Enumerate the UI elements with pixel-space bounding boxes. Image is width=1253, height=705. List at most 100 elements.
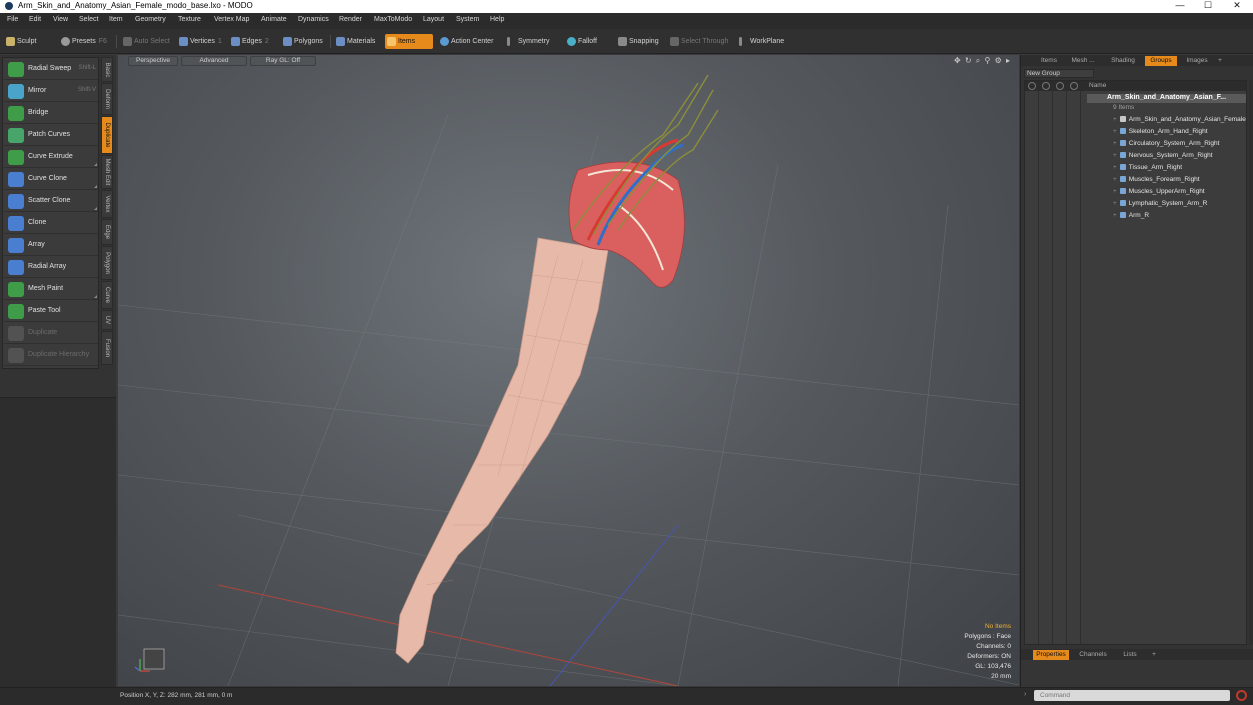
mirror-tool[interactable]: Mirror Shift-V: [4, 81, 98, 102]
patch-curves-tool[interactable]: Patch Curves: [4, 125, 98, 146]
command-record-button[interactable]: [1236, 690, 1247, 701]
mesh-paint-tool[interactable]: Mesh Paint: [4, 279, 98, 300]
mesh-icon: [1119, 188, 1126, 194]
clone-tool[interactable]: Clone: [4, 213, 98, 234]
tab-edge[interactable]: Edge: [101, 219, 113, 245]
new-group-button[interactable]: New Group: [1024, 69, 1094, 78]
materials-mode-button[interactable]: Materials: [334, 34, 382, 49]
tab-basic[interactable]: Basic: [101, 57, 113, 82]
perspective-view-button[interactable]: Perspective: [128, 56, 178, 66]
visibility-icon[interactable]: [1028, 82, 1036, 90]
paste-tool[interactable]: Paste Tool: [4, 301, 98, 322]
duplicate-icon: [8, 326, 24, 341]
raygl-toggle[interactable]: Ray GL: Off: [250, 56, 316, 66]
menu-system[interactable]: System: [456, 16, 479, 23]
menu-layout[interactable]: Layout: [423, 16, 444, 23]
list-item[interactable]: + Arm_Skin_and_Anatomy_Asian_Female: [1113, 116, 1246, 123]
arm-skin-model[interactable]: [395, 237, 609, 664]
tab-mesh-edit[interactable]: Mesh Edit: [101, 155, 113, 189]
tool-properties-area: [0, 397, 116, 687]
action-center-button[interactable]: Action Center: [438, 34, 498, 49]
list-item[interactable]: + Lymphatic_System_Arm_R: [1113, 200, 1207, 207]
tab-lists[interactable]: Lists: [1119, 650, 1141, 660]
command-history-arrow[interactable]: ›: [1024, 691, 1026, 698]
menu-item[interactable]: Item: [109, 16, 123, 23]
list-item[interactable]: + Skeleton_Arm_Hand_Right: [1113, 128, 1208, 135]
symmetry-button[interactable]: Symmetry: [505, 34, 559, 49]
list-item[interactable]: + Arm_R: [1113, 212, 1149, 219]
select-through-button[interactable]: Select Through: [668, 34, 732, 49]
vertices-mode-button[interactable]: Vertices 1: [177, 34, 225, 49]
3d-viewport[interactable]: Perspective Advanced Ray GL: Off ✥ ↻ ⌕ ⚲…: [118, 55, 1019, 686]
presets-button[interactable]: Presets F6: [59, 34, 113, 49]
tab-properties[interactable]: Properties: [1033, 650, 1069, 660]
workplane-button[interactable]: WorkPlane: [737, 34, 791, 49]
items-mode-button[interactable]: Items: [385, 34, 433, 49]
viewport-info-overlay: No Items Polygons : Face Channels: 0 Def…: [964, 622, 1011, 682]
tab-fusion[interactable]: Fusion: [101, 331, 113, 365]
group-item-count: 9 Items: [1113, 104, 1135, 111]
tab-uv[interactable]: UV: [101, 310, 113, 330]
scatter-clone-tool[interactable]: Scatter Clone: [4, 191, 98, 212]
curve-clone-tool[interactable]: Curve Clone: [4, 169, 98, 190]
menu-texture[interactable]: Texture: [178, 16, 201, 23]
close-button[interactable]: ✕: [1222, 0, 1252, 13]
viewport-scene: [118, 74, 1019, 686]
menu-animate[interactable]: Animate: [261, 16, 287, 23]
menu-maxtomodo[interactable]: MaxToModo: [374, 16, 412, 23]
menu-help[interactable]: Help: [490, 16, 504, 23]
polygons-mode-button[interactable]: Polygons: [281, 34, 328, 49]
list-item[interactable]: + Muscles_UpperArm_Right: [1113, 188, 1205, 195]
list-item[interactable]: + Circulatory_System_Arm_Right: [1113, 140, 1219, 147]
menu-geometry[interactable]: Geometry: [135, 16, 166, 23]
duplicate-hierarchy-tool[interactable]: Duplicate Hierarchy: [4, 345, 98, 366]
mesh-icon: [1119, 176, 1126, 182]
falloff-button[interactable]: Falloff: [565, 34, 610, 49]
maximize-button[interactable]: ☐: [1193, 0, 1223, 13]
tab-duplicate[interactable]: Duplicate: [101, 116, 113, 154]
tab-shading[interactable]: Shading: [1106, 56, 1140, 66]
edges-mode-button[interactable]: Edges 2: [229, 34, 277, 49]
menu-vertex-map[interactable]: Vertex Map: [214, 16, 249, 23]
duplicate-tool[interactable]: Duplicate: [4, 323, 98, 344]
tab-polygon[interactable]: Polygon: [101, 246, 113, 280]
tab-groups[interactable]: Groups: [1145, 56, 1177, 66]
sculpt-button[interactable]: Sculpt: [4, 34, 56, 49]
polygons-stat: Polygons : Face: [964, 633, 1011, 640]
menu-select[interactable]: Select: [79, 16, 98, 23]
tab-deform[interactable]: Deform: [101, 83, 113, 115]
snapping-button[interactable]: Snapping: [616, 34, 666, 49]
tool-panel: Radial Sweep Shift-L Mirror Shift-V Brid…: [0, 55, 116, 687]
tab-channels[interactable]: Channels: [1075, 650, 1111, 660]
viewport-navigation-icons[interactable]: ✥ ↻ ⌕ ⚲ ⚙ ▸: [941, 56, 1011, 66]
column-divider: [1066, 91, 1067, 644]
list-item[interactable]: + Nervous_System_Arm_Right: [1113, 152, 1213, 159]
radial-sweep-tool[interactable]: Radial Sweep Shift-L: [4, 59, 98, 80]
menu-edit[interactable]: Edit: [29, 16, 41, 23]
menu-view[interactable]: View: [53, 16, 68, 23]
groups-scrollbar[interactable]: [1249, 80, 1253, 645]
menu-file[interactable]: File: [7, 16, 18, 23]
select-icon[interactable]: [1070, 82, 1078, 90]
tab-items[interactable]: Items: [1035, 56, 1063, 66]
list-item[interactable]: + Muscles_Forearm_Right: [1113, 176, 1200, 183]
tab-images[interactable]: Images: [1181, 56, 1213, 66]
lock-icon[interactable]: [1056, 82, 1064, 90]
render-icon[interactable]: [1042, 82, 1050, 90]
command-input[interactable]: [1034, 690, 1230, 701]
tab-vertex[interactable]: Vertex: [101, 190, 113, 218]
add-tab-button[interactable]: +: [1215, 56, 1225, 66]
bridge-tool[interactable]: Bridge: [4, 103, 98, 124]
list-item[interactable]: + Tissue_Arm_Right: [1113, 164, 1182, 171]
menu-dynamics[interactable]: Dynamics: [298, 16, 329, 23]
shading-mode-button[interactable]: Advanced: [181, 56, 247, 66]
tab-mesh[interactable]: Mesh ...: [1067, 56, 1099, 66]
add-tab-button[interactable]: +: [1149, 650, 1159, 660]
curve-extrude-tool[interactable]: Curve Extrude: [4, 147, 98, 168]
auto-select-button[interactable]: Auto Select: [121, 34, 173, 49]
array-tool[interactable]: Array: [4, 235, 98, 256]
menu-render[interactable]: Render: [339, 16, 362, 23]
tab-curve[interactable]: Curve: [101, 281, 113, 309]
minimize-button[interactable]: —: [1165, 0, 1195, 13]
radial-array-tool[interactable]: Radial Array: [4, 257, 98, 278]
